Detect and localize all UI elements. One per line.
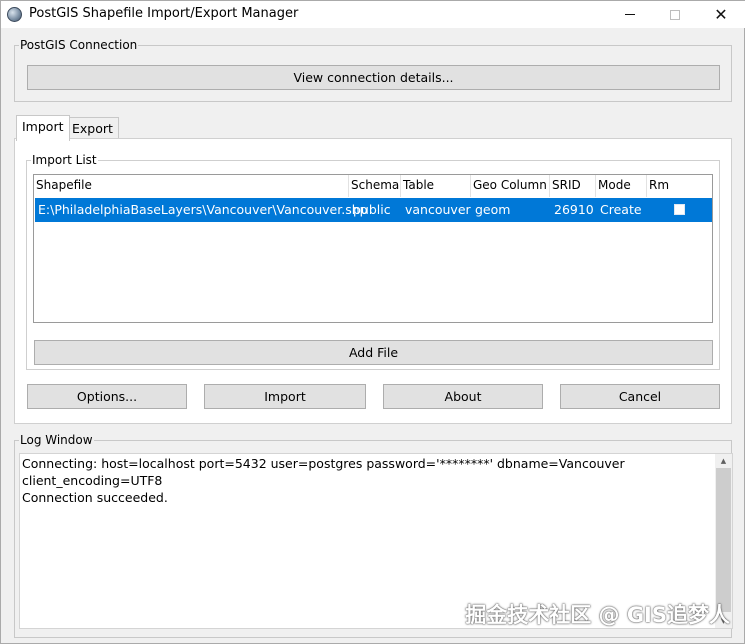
postgis-connection-label: PostGIS Connection bbox=[19, 38, 139, 52]
column-header-shapefile[interactable]: Shapefile bbox=[34, 175, 349, 197]
tab-import[interactable]: Import bbox=[16, 115, 70, 141]
postgis-app-icon bbox=[7, 7, 22, 22]
column-header-mode[interactable]: Mode bbox=[596, 175, 647, 197]
cell-geo-column[interactable]: geom bbox=[475, 202, 510, 217]
options-button[interactable]: Options... bbox=[27, 384, 187, 409]
column-header-rm[interactable]: Rm bbox=[647, 175, 712, 197]
cell-srid[interactable]: 26910 bbox=[554, 202, 594, 217]
log-line: Connection succeeded. bbox=[22, 490, 168, 505]
log-line: client_encoding=UTF8 bbox=[22, 473, 163, 488]
about-button[interactable]: About bbox=[383, 384, 543, 409]
column-header-table[interactable]: Table bbox=[401, 175, 471, 197]
column-header-schema[interactable]: Schema bbox=[349, 175, 401, 197]
import-button[interactable]: Import bbox=[204, 384, 366, 409]
table-row[interactable]: E:\PhiladelphiaBaseLayers\Vancouver\Vanc… bbox=[35, 198, 712, 222]
add-file-button[interactable]: Add File bbox=[34, 340, 713, 365]
cell-mode[interactable]: Create bbox=[600, 202, 642, 217]
maximize-button[interactable] bbox=[652, 1, 698, 28]
column-header-geo-column[interactable]: Geo Column bbox=[471, 175, 550, 197]
column-header-srid[interactable]: SRID bbox=[550, 175, 596, 197]
maximize-icon bbox=[670, 9, 680, 20]
view-connection-details-button[interactable]: View connection details... bbox=[27, 65, 720, 90]
minimize-button[interactable] bbox=[607, 1, 653, 28]
import-list-table[interactable]: Shapefile Schema Table Geo Column SRID M… bbox=[33, 174, 713, 323]
title-bar[interactable]: PostGIS Shapefile Import/Export Manager … bbox=[1, 1, 745, 28]
import-list-label: Import List bbox=[31, 153, 98, 167]
close-icon: ✕ bbox=[714, 5, 728, 24]
cell-table[interactable]: vancouver bbox=[405, 202, 471, 217]
close-button[interactable]: ✕ bbox=[698, 1, 744, 28]
scroll-thumb[interactable] bbox=[716, 468, 731, 612]
cell-shapefile[interactable]: E:\PhiladelphiaBaseLayers\Vancouver\Vanc… bbox=[38, 202, 368, 217]
cell-schema[interactable]: public bbox=[353, 202, 391, 217]
scroll-up-icon[interactable]: ▲ bbox=[715, 454, 732, 468]
main-window: PostGIS Shapefile Import/Export Manager … bbox=[0, 0, 745, 644]
window-title: PostGIS Shapefile Import/Export Manager bbox=[29, 6, 299, 21]
watermark: 掘金技术社区 @ GIS追梦人 bbox=[465, 603, 730, 627]
log-line: Connecting: host=localhost port=5432 use… bbox=[22, 456, 625, 471]
log-window-label: Log Window bbox=[19, 433, 94, 447]
cancel-button[interactable]: Cancel bbox=[560, 384, 720, 409]
tab-export[interactable]: Export bbox=[66, 117, 119, 138]
minimize-icon bbox=[625, 14, 635, 15]
rm-checkbox[interactable] bbox=[674, 204, 685, 215]
